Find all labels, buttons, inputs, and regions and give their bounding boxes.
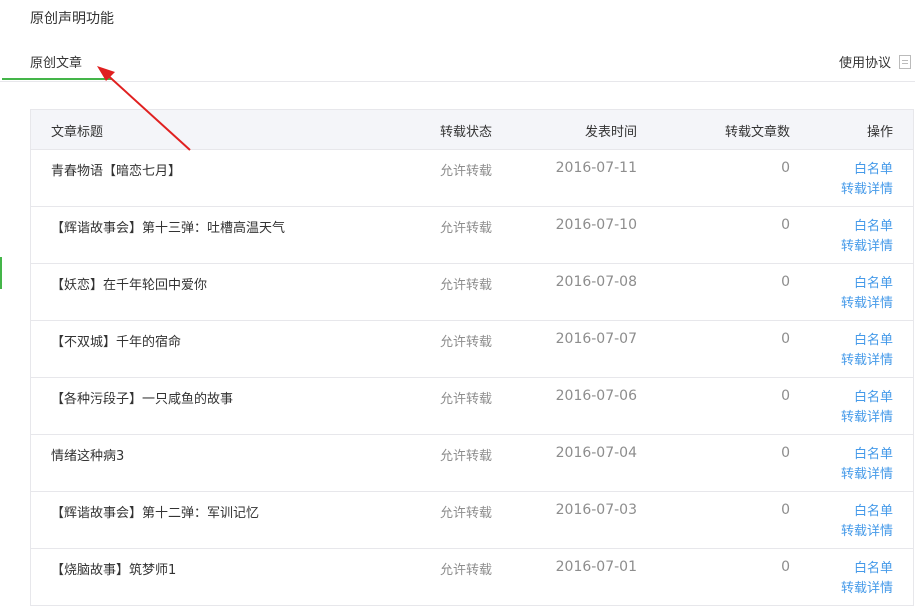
whitelist-link[interactable]: 白名单 [841, 445, 893, 465]
repost-details-link[interactable]: 转载详情 [841, 408, 893, 428]
tab-bar: 原创文章 [0, 40, 915, 82]
repost-status: 允许转载 [439, 164, 492, 179]
table-row: 【辉谐故事会】第十三弹：吐槽高温天气 允许转载 2016-07-10 0 白名单 转载详情 [31, 207, 913, 264]
repost-details-link[interactable]: 转载详情 [841, 522, 893, 542]
row-actions: 白名单 转载详情 [841, 160, 893, 200]
header-status: 转载状态 [439, 125, 492, 140]
article-title: 情绪这种病3 [51, 449, 125, 464]
table-row: 【辉谐故事会】第十二弹：军训记忆 允许转载 2016-07-03 0 白名单 转载详情 [31, 492, 913, 549]
row-actions: 白名单 转载详情 [841, 388, 893, 428]
publish-date: 2016-07-08 [555, 274, 637, 290]
usage-agreement-link[interactable]: 使用协议 [839, 52, 911, 71]
tab-original-articles[interactable]: 原创文章 [2, 40, 112, 80]
repost-status: 允许转载 [439, 335, 492, 350]
publish-date: 2016-07-10 [555, 217, 637, 233]
publish-date: 2016-07-04 [555, 445, 637, 461]
publish-date: 2016-07-11 [555, 160, 637, 176]
repost-status: 允许转载 [439, 506, 492, 521]
table-row: 【烧脑故事】筑梦师1 允许转载 2016-07-01 0 白名单 转载详情 [31, 549, 913, 606]
repost-details-link[interactable]: 转载详情 [841, 294, 893, 314]
repost-count: 0 [781, 502, 790, 518]
publish-date: 2016-07-01 [555, 559, 637, 575]
article-title: 【辉谐故事会】第十三弹：吐槽高温天气 [51, 221, 286, 236]
header-count: 转载文章数 [724, 125, 790, 140]
repost-count: 0 [781, 160, 790, 176]
repost-status: 允许转载 [439, 221, 492, 236]
row-actions: 白名单 转载详情 [841, 559, 893, 599]
repost-details-link[interactable]: 转载详情 [841, 351, 893, 371]
repost-status: 允许转载 [439, 392, 492, 407]
page-title: 原创声明功能 [30, 11, 114, 27]
article-title: 青春物语【暗恋七月】 [51, 164, 182, 179]
article-title: 【妖恋】在千年轮回中爱你 [51, 278, 208, 293]
row-actions: 白名单 转载详情 [841, 445, 893, 485]
repost-details-link[interactable]: 转载详情 [841, 465, 893, 485]
publish-date: 2016-07-07 [555, 331, 637, 347]
row-actions: 白名单 转载详情 [841, 331, 893, 371]
document-icon [899, 54, 911, 69]
repost-count: 0 [781, 217, 790, 233]
table-header: 文章标题 转载状态 发表时间 转载文章数 操作 [31, 110, 913, 150]
header-actions: 操作 [866, 125, 893, 140]
publish-date: 2016-07-06 [555, 388, 637, 404]
row-actions: 白名单 转载详情 [841, 274, 893, 314]
row-actions: 白名单 转载详情 [841, 217, 893, 257]
repost-status: 允许转载 [439, 449, 492, 464]
whitelist-link[interactable]: 白名单 [841, 388, 893, 408]
repost-details-link[interactable]: 转载详情 [841, 237, 893, 257]
repost-count: 0 [781, 559, 790, 575]
tab-label: 原创文章 [30, 56, 83, 71]
side-nav-indicator [0, 257, 2, 289]
whitelist-link[interactable]: 白名单 [841, 160, 893, 180]
article-title: 【不双城】千年的宿命 [51, 335, 182, 350]
whitelist-link[interactable]: 白名单 [841, 217, 893, 237]
table-row: 青春物语【暗恋七月】 允许转载 2016-07-11 0 白名单 转载详情 [31, 150, 913, 207]
publish-date: 2016-07-03 [555, 502, 637, 518]
whitelist-link[interactable]: 白名单 [841, 559, 893, 579]
table-row: 【各种污段子】一只咸鱼的故事 允许转载 2016-07-06 0 白名单 转载详情 [31, 378, 913, 435]
articles-table: 文章标题 转载状态 发表时间 转载文章数 操作 青春物语【暗恋七月】 允许转载 20… [30, 109, 914, 606]
whitelist-link[interactable]: 白名单 [841, 274, 893, 294]
header-date: 发表时间 [584, 125, 637, 140]
row-actions: 白名单 转载详情 [841, 502, 893, 542]
table-row: 【妖恋】在千年轮回中爱你 允许转载 2016-07-08 0 白名单 转载详情 [31, 264, 913, 321]
article-title: 【烧脑故事】筑梦师1 [51, 563, 177, 578]
repost-count: 0 [781, 388, 790, 404]
whitelist-link[interactable]: 白名单 [841, 331, 893, 351]
repost-count: 0 [781, 331, 790, 347]
repost-details-link[interactable]: 转载详情 [841, 180, 893, 200]
table-body: 青春物语【暗恋七月】 允许转载 2016-07-11 0 白名单 转载详情 【辉谐故事会】第… [31, 150, 913, 606]
article-title: 【辉谐故事会】第十二弹：军训记忆 [51, 506, 260, 521]
header-title: 文章标题 [51, 125, 104, 140]
repost-details-link[interactable]: 转载详情 [841, 579, 893, 599]
repost-status: 允许转载 [439, 278, 492, 293]
table-row: 【不双城】千年的宿命 允许转载 2016-07-07 0 白名单 转载详情 [31, 321, 913, 378]
repost-status: 允许转载 [439, 563, 492, 578]
repost-count: 0 [781, 274, 790, 290]
repost-count: 0 [781, 445, 790, 461]
usage-agreement-label: 使用协议 [838, 56, 891, 71]
table-row: 情绪这种病3 允许转载 2016-07-04 0 白名单 转载详情 [31, 435, 913, 492]
article-title: 【各种污段子】一只咸鱼的故事 [51, 392, 234, 407]
whitelist-link[interactable]: 白名单 [841, 502, 893, 522]
